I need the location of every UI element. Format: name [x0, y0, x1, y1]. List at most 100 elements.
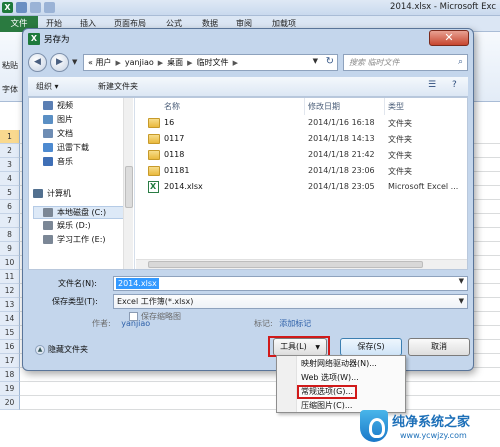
chevron-right-icon[interactable]: ▶ — [158, 59, 163, 67]
row-header[interactable]: 12 — [0, 284, 20, 298]
nav-item[interactable]: 视频 — [43, 100, 73, 111]
breadcrumb-desktop[interactable]: 桌面 — [167, 57, 183, 68]
column-header-name[interactable]: 名称 — [164, 101, 180, 112]
nav-item[interactable]: 计算机 — [33, 188, 71, 199]
chevron-right-icon[interactable]: ▶ — [233, 59, 238, 67]
organize-button[interactable]: 组织 ▾ — [36, 81, 59, 92]
filetype-label: 保存类型(T): — [52, 297, 98, 306]
row-header[interactable]: 20 — [0, 396, 20, 410]
filetype-select[interactable]: Excel 工作簿(*.xlsx) ▼ — [113, 294, 468, 309]
scrollbar-thumb[interactable] — [125, 166, 133, 208]
dialog-title: 另存为 — [44, 35, 70, 45]
row-header[interactable]: 3 — [0, 158, 20, 172]
tags-field: 标记: 添加标记 — [254, 318, 311, 329]
save-as-dialog: X 另存为 ✕ ◀ ▶ ▼ « 用户 ▶ yanjiao ▶ 桌面 ▶ 临时文件… — [22, 28, 474, 371]
paste-button[interactable]: 粘贴 — [2, 60, 18, 71]
row-header[interactable]: 7 — [0, 214, 20, 228]
search-placeholder: 搜索 临时文件 — [349, 58, 400, 67]
breadcrumb-temp-files[interactable]: 临时文件 — [197, 57, 229, 68]
view-options-icon[interactable]: ☰ — [428, 80, 436, 90]
breadcrumb-users[interactable]: « 用户 — [88, 57, 111, 68]
checkbox[interactable] — [129, 312, 138, 321]
column-divider[interactable] — [304, 98, 305, 115]
cancel-button[interactable]: 取消 — [408, 338, 470, 356]
nav-item[interactable]: 音乐 — [43, 156, 73, 167]
tools-menu: 映射网络驱动器(N)... Web 选项(W)... 常规选项(G)... 压缩… — [276, 355, 406, 413]
nav-item[interactable]: 学习工作 (E:) — [43, 234, 106, 245]
redo-icon[interactable] — [44, 2, 55, 13]
navigation-scrollbar[interactable] — [123, 98, 133, 269]
file-row[interactable]: 16 2014/1/16 16:18 文件夹 — [136, 116, 467, 130]
nav-item[interactable]: 图片 — [43, 114, 73, 125]
row-header[interactable]: 2 — [0, 144, 20, 158]
row-header[interactable]: 9 — [0, 242, 20, 256]
nav-item-label: 计算机 — [47, 189, 71, 198]
hide-folders-toggle[interactable]: ▲ 隐藏文件夹 — [35, 344, 88, 355]
horizontal-scrollbar[interactable] — [136, 259, 467, 269]
watermark: 纯净系统之家 www.ycwjzy.com — [360, 407, 500, 447]
row-header[interactable]: 1 — [0, 130, 20, 144]
row-header[interactable]: 17 — [0, 354, 20, 368]
save-icon[interactable] — [16, 2, 27, 13]
close-button[interactable]: ✕ — [429, 30, 469, 46]
row-header[interactable]: 15 — [0, 326, 20, 340]
file-row[interactable]: 0118 2014/1/18 21:42 文件夹 — [136, 148, 467, 162]
recent-locations-dropdown[interactable]: ▼ — [72, 58, 77, 66]
chevron-right-icon[interactable]: ▶ — [187, 59, 192, 67]
file-row[interactable]: 2014.xlsx 2014/1/18 23:05 Microsoft Excel … — [136, 180, 467, 194]
column-divider[interactable] — [384, 98, 385, 115]
column-header-date[interactable]: 修改日期 — [308, 101, 340, 112]
quick-access-toolbar: X — [2, 2, 55, 13]
nav-item[interactable]: 本地磁盘 (C:) — [33, 206, 129, 219]
nav-item[interactable]: 娱乐 (D:) — [43, 220, 91, 231]
chevron-down-icon[interactable]: ▼ — [459, 277, 464, 285]
row-header[interactable]: 14 — [0, 312, 20, 326]
save-thumbnail-label: 保存缩略图 — [141, 312, 181, 321]
menu-item-web-options[interactable]: Web 选项(W)... — [299, 371, 405, 385]
row-header[interactable]: 13 — [0, 298, 20, 312]
row-header[interactable]: 18 — [0, 368, 20, 382]
hide-folders-label: 隐藏文件夹 — [48, 345, 88, 354]
new-folder-button[interactable]: 新建文件夹 — [98, 81, 138, 92]
address-dropdown-icon[interactable]: ▼ — [313, 57, 318, 65]
row-header[interactable]: 4 — [0, 172, 20, 186]
filename-input[interactable]: 2014.xlsx ▼ — [113, 276, 468, 291]
row-header[interactable]: 5 — [0, 186, 20, 200]
back-button[interactable]: ◀ — [28, 53, 47, 72]
filename-value[interactable]: 2014.xlsx — [116, 278, 159, 289]
row-header[interactable]: 16 — [0, 340, 20, 354]
address-bar[interactable]: « 用户 ▶ yanjiao ▶ 桌面 ▶ 临时文件 ▶ ▼ ↻ — [83, 54, 338, 71]
nav-item[interactable]: 迅雷下载 — [43, 142, 89, 153]
row-header[interactable]: 8 — [0, 228, 20, 242]
forward-button[interactable]: ▶ — [50, 53, 69, 72]
save-form: 文件名(N): 2014.xlsx ▼ 保存类型(T): Excel 工作簿(*… — [28, 272, 468, 334]
menu-item-general-options[interactable]: 常规选项(G)... — [297, 385, 357, 399]
row-header[interactable]: 19 — [0, 382, 20, 396]
search-icon[interactable]: ⌕ — [458, 55, 463, 70]
chevron-down-icon[interactable]: ▼ — [459, 295, 464, 308]
tags-label: 标记: — [254, 319, 273, 328]
search-input[interactable]: 搜索 临时文件 ⌕ — [343, 54, 468, 71]
scrollbar-thumb[interactable] — [148, 261, 423, 268]
row-header[interactable]: 11 — [0, 270, 20, 284]
navigation-pane: 视频图片文档迅雷下载音乐计算机本地磁盘 (C:) 娱乐 (D:) 学习工作 (E:) — [29, 98, 135, 269]
document-icon — [43, 129, 53, 138]
undo-icon[interactable] — [30, 2, 41, 13]
chevron-right-icon[interactable]: ▶ — [115, 59, 120, 67]
help-icon[interactable]: ? — [452, 80, 457, 90]
row-header[interactable]: 6 — [0, 200, 20, 214]
picture-icon — [43, 115, 53, 124]
nav-item[interactable]: 文档 — [43, 128, 73, 139]
breadcrumb-yanjiao[interactable]: yanjiao — [125, 58, 154, 67]
file-row[interactable]: 01181 2014/1/18 23:06 文件夹 — [136, 164, 467, 178]
column-header-type[interactable]: 类型 — [388, 101, 404, 112]
refresh-icon[interactable]: ↻ — [326, 56, 334, 67]
save-button[interactable]: 保存(S) — [340, 338, 402, 356]
file-row[interactable]: 0117 2014/1/18 14:13 文件夹 — [136, 132, 467, 146]
row-header[interactable]: 10 — [0, 256, 20, 270]
save-thumbnail-checkbox[interactable]: 保存缩略图 — [129, 311, 181, 322]
menu-item-map-network-drive[interactable]: 映射网络驱动器(N)... — [299, 357, 405, 371]
grid-line — [20, 381, 500, 382]
tags-value[interactable]: 添加标记 — [279, 319, 311, 328]
file-list: 名称 修改日期 类型 16 2014/1/16 16:18 文件夹 0117 2014/… — [136, 98, 467, 269]
